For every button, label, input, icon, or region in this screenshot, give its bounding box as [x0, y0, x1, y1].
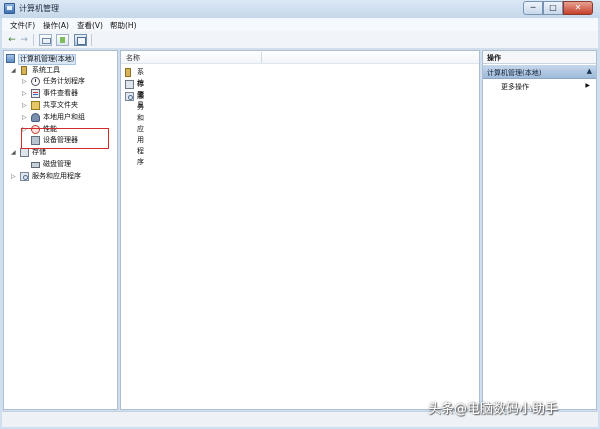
console-tree-icon[interactable] — [39, 34, 52, 46]
actions-section-header[interactable]: 计算机管理(本地) ▲ — [483, 65, 596, 79]
tree-item-label: 共享文件夹 — [43, 101, 78, 109]
expanded-arrow-icon[interactable]: ◢ — [11, 65, 18, 76]
toolbar-separator — [33, 34, 34, 46]
tools-icon — [21, 66, 27, 75]
tree-item-label: 事件查看器 — [43, 89, 78, 97]
column-separator[interactable] — [261, 52, 262, 63]
event-viewer-icon — [31, 89, 40, 98]
menu-help[interactable]: 帮助(H) — [110, 20, 137, 31]
more-actions-item[interactable]: 更多操作 ▶ — [483, 80, 596, 92]
expanded-arrow-icon[interactable]: ◢ — [11, 147, 18, 158]
collapsed-arrow-icon[interactable]: ▷ — [22, 76, 29, 87]
services-icon — [125, 92, 134, 101]
content-list-pane: 名称 系统工具 存储 服务和应用程序 — [120, 50, 480, 410]
menu-bar: 文件(F) 操作(A) 查看(V) 帮助(H) — [2, 18, 598, 31]
collapsed-arrow-icon[interactable]: ▷ — [22, 100, 29, 111]
storage-icon — [125, 80, 134, 89]
back-arrow-icon[interactable]: ← — [6, 34, 18, 46]
maximize-button[interactable]: □ — [543, 1, 563, 15]
computer-management-icon — [4, 3, 15, 14]
tree-item-label: 系统工具 — [32, 66, 60, 74]
watermark: 头条@电脑数码小助手 — [428, 402, 559, 417]
collapse-arrow-icon[interactable]: ▲ — [587, 67, 592, 75]
toolbar-separator — [91, 34, 92, 46]
minimize-button[interactable]: ─ — [523, 1, 543, 15]
window-title: 计算机管理 — [19, 4, 59, 13]
computer-management-icon — [6, 54, 15, 63]
clock-icon — [31, 77, 40, 86]
services-icon — [20, 172, 29, 181]
disk-icon — [31, 162, 40, 168]
close-button[interactable]: ✕ — [563, 1, 593, 15]
tree-item-label: 任务计划程序 — [43, 77, 85, 85]
tree-item-label: 服务和应用程序 — [32, 172, 81, 180]
storage-icon — [20, 148, 29, 157]
submenu-arrow-icon: ▶ — [585, 82, 590, 89]
view-icon[interactable] — [74, 34, 87, 46]
menu-action[interactable]: 操作(A) — [43, 20, 69, 31]
toolbar: ← → — [2, 31, 598, 49]
tree-item-label: 计算机管理(本地) — [18, 54, 77, 65]
menu-file[interactable]: 文件(F) — [10, 20, 35, 31]
actions-pane: 操作 计算机管理(本地) ▲ 更多操作 ▶ — [482, 50, 597, 410]
more-actions-label: 更多操作 — [501, 83, 529, 91]
collapsed-arrow-icon[interactable]: ▷ — [22, 88, 29, 99]
collapsed-arrow-icon[interactable]: ▷ — [11, 171, 18, 182]
shared-folder-icon — [31, 101, 40, 110]
tools-icon — [125, 68, 131, 77]
forward-arrow-icon[interactable]: → — [18, 34, 30, 46]
actions-section-label: 计算机管理(本地) — [487, 69, 542, 77]
tree-item-label: 本地用户和组 — [43, 113, 85, 121]
collapsed-arrow-icon[interactable]: ▷ — [22, 112, 29, 123]
column-header-name[interactable]: 名称 — [126, 53, 140, 63]
menu-view[interactable]: 查看(V) — [77, 20, 103, 31]
actions-title: 操作 — [487, 54, 501, 62]
users-icon — [31, 113, 40, 122]
device-manager-highlight — [21, 128, 109, 149]
tree-item-label: 磁盘管理 — [43, 160, 71, 168]
navigation-tree-pane: 计算机管理(本地) ◢ 系统工具 ▷ 任务计划程序 ▷ 事件查看器 ▷ 共享文件… — [3, 50, 118, 410]
actions-header: 操作 — [483, 51, 596, 64]
list-item-label: 服务和应用程序 — [137, 92, 144, 166]
computer-management-window: 计算机管理 ─ □ ✕ 文件(F) 操作(A) 查看(V) 帮助(H) ← → … — [0, 0, 600, 429]
list-header: 名称 — [121, 51, 479, 64]
help-icon[interactable] — [56, 34, 69, 46]
title-bar: 计算机管理 ─ □ ✕ — [0, 0, 600, 18]
